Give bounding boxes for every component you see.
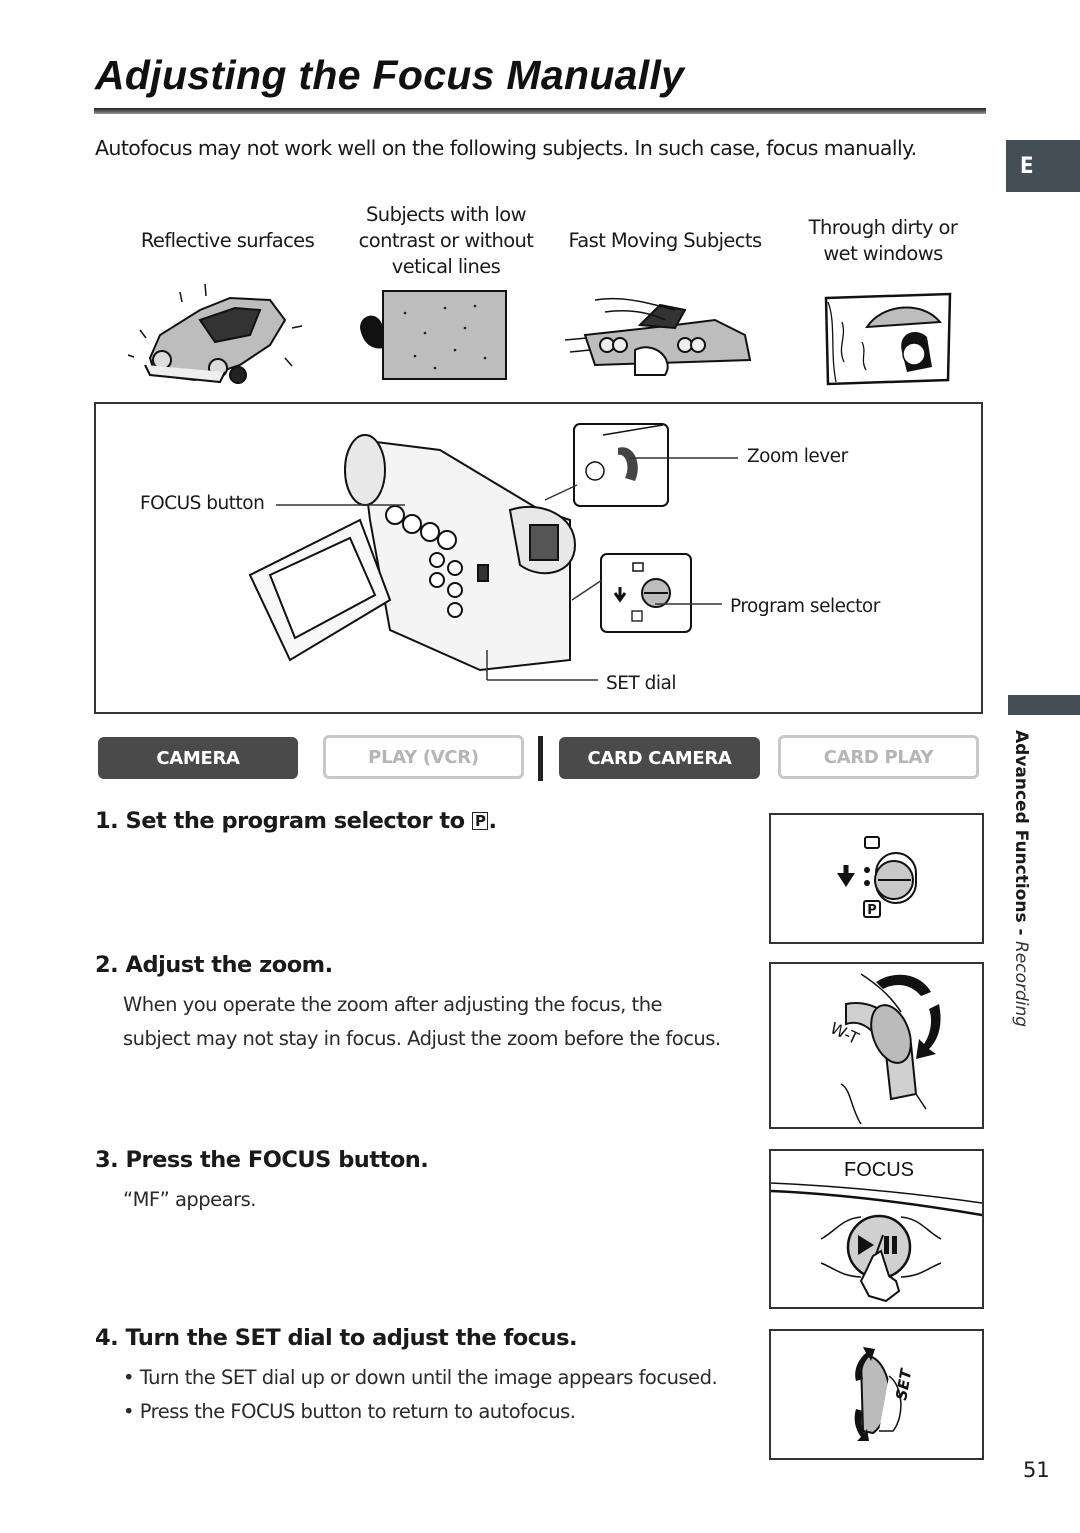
section-title: Advanced Functions - xyxy=(1011,730,1031,936)
step-4-bullets: • Turn the SET dial up or down until the… xyxy=(123,1361,718,1429)
section-label: Advanced Functions - Recording xyxy=(1010,730,1031,1027)
callout-focus-button: FOCUS button xyxy=(140,493,265,514)
program-selector-dial-icon: P xyxy=(837,836,917,918)
bullet-item: • Press the FOCUS button to return to au… xyxy=(123,1400,576,1423)
figure-program-selector: P xyxy=(769,813,984,944)
figure-zoom-lever: W-T xyxy=(769,962,984,1129)
zoom-lever-icon: W-T xyxy=(827,973,941,1125)
step-3-title: 3. Press the FOCUS button. xyxy=(95,1147,429,1173)
zoom-lever-inset xyxy=(573,423,669,507)
step-2-body: When you operate the zoom after adjustin… xyxy=(123,993,721,1050)
subject-caption-wet-windows: Through dirty or wet windows xyxy=(808,216,958,265)
intro-text: Autofocus may not work well on the follo… xyxy=(95,136,917,160)
program-p-icon: P xyxy=(471,812,489,830)
language-tab: E xyxy=(1006,140,1080,192)
bullet-item: • Turn the SET dial up or down until the… xyxy=(123,1366,718,1389)
mode-camera: CAMERA xyxy=(98,737,298,779)
subject-caption-low-contrast: Subjects with low contrast or without ve… xyxy=(358,203,534,278)
title-rule xyxy=(94,108,986,114)
focus-button-press-icon: FOCUS xyxy=(770,1159,983,1303)
callout-program-selector: Program selector xyxy=(730,596,880,617)
fast-car-illustration xyxy=(565,297,752,376)
callout-zoom-lever: Zoom lever xyxy=(747,446,848,467)
step-3-body: “MF” appears. xyxy=(123,1188,256,1211)
mode-card-camera: CARD CAMERA xyxy=(559,737,760,779)
program-selector-inset xyxy=(600,553,692,633)
step-2-title: 2. Adjust the zoom. xyxy=(95,952,333,978)
step-4-title: 4. Turn the SET dial to adjust the focus… xyxy=(95,1325,578,1351)
focus-label: FOCUS xyxy=(844,1159,914,1181)
set-dial-icon: SET xyxy=(854,1347,916,1441)
callout-set-dial: SET dial xyxy=(606,673,676,694)
wet-window-illustration xyxy=(824,292,952,386)
camcorder-illustration xyxy=(248,434,577,672)
subject-caption-fast-moving: Fast Moving Subjects xyxy=(568,229,762,252)
mode-play-vcr: PLAY (VCR) xyxy=(323,735,524,779)
blank-wall-illustration xyxy=(360,290,507,380)
step-1-title: 1. Set the program selector to P. xyxy=(95,808,497,834)
figure-focus-button: FOCUS xyxy=(769,1149,984,1309)
section-subtitle: Recording xyxy=(1011,940,1031,1028)
section-tab-bar xyxy=(1008,695,1080,715)
mode-separator xyxy=(538,736,543,781)
p-symbol: P xyxy=(867,903,877,918)
page-number: 51 xyxy=(1023,1458,1050,1482)
figure-set-dial: SET xyxy=(769,1329,984,1460)
subject-caption-reflective: Reflective surfaces xyxy=(140,229,315,252)
shiny-car-illustration xyxy=(127,283,303,384)
page-title: Adjusting the Focus Manually xyxy=(95,52,685,98)
set-label: SET xyxy=(892,1366,915,1402)
mode-card-play: CARD PLAY xyxy=(778,735,979,779)
